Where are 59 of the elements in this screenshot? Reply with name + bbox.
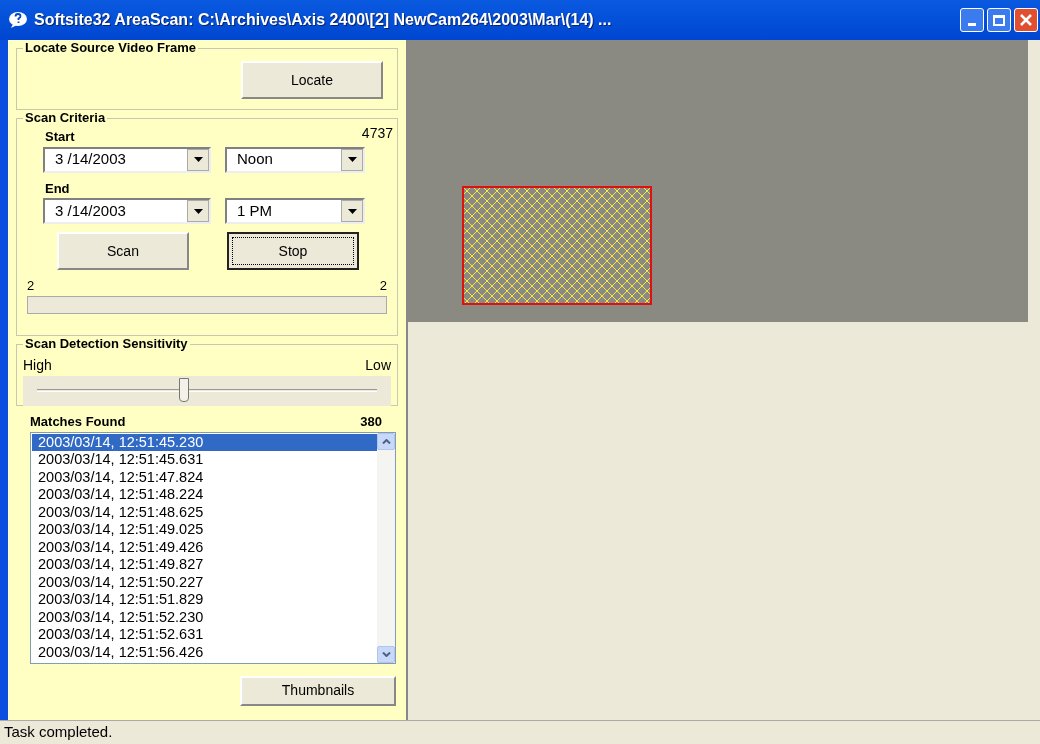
help-icon [8, 11, 28, 29]
progress-min-label: 2 [27, 277, 35, 295]
matches-title: Matches Found [30, 413, 126, 431]
chevron-down-icon [381, 651, 391, 657]
maximize-icon [993, 14, 1005, 26]
match-item[interactable]: 2003/03/14, 12:51:49.827 [32, 556, 377, 574]
match-item[interactable]: 2003/03/14, 12:51:49.025 [32, 521, 377, 539]
end-label: End [44, 179, 71, 198]
combo-value: 1 PM [236, 200, 273, 221]
minimize-button[interactable] [960, 8, 984, 32]
window-title: Softsite32 AreaScan: C:\Archives\Axis 2400\[2] NewCam264\2003\Mar\(14) ... [34, 10, 612, 30]
start-date-dropdown[interactable]: 3 /14/2003 [43, 146, 211, 173]
match-item[interactable]: 2003/03/14, 12:51:45.230 [32, 433, 377, 451]
sensitivity-slider[interactable] [23, 376, 391, 406]
scrollbar[interactable] [377, 432, 395, 663]
low-label: Low [365, 356, 391, 375]
match-item[interactable]: 2003/03/14, 12:51:49.426 [32, 538, 377, 556]
dropdown-button[interactable] [341, 148, 363, 171]
caret-icon [347, 157, 357, 162]
high-label: High [23, 356, 52, 375]
chevron-up-icon [381, 438, 391, 444]
start-time-dropdown[interactable]: Noon [225, 146, 365, 173]
locate-button[interactable]: Locate [241, 61, 383, 99]
match-item[interactable]: 2003/03/14, 12:51:52.631 [32, 626, 377, 644]
scan-button[interactable]: Scan [57, 232, 189, 270]
match-item[interactable]: 2003/03/14, 12:51:45.631 [32, 451, 377, 469]
match-item[interactable]: 2003/03/14, 12:51:56.426 [32, 643, 377, 661]
caret-icon [193, 157, 203, 162]
matches-count: 380 [360, 413, 382, 431]
end-time-dropdown[interactable]: 1 PM [225, 198, 365, 224]
status-text: Task completed. [4, 722, 113, 743]
close-button[interactable] [1014, 8, 1038, 32]
match-item[interactable]: 2003/03/14, 12:51:51.829 [32, 591, 377, 609]
caret-icon [193, 208, 203, 214]
maximize-button[interactable] [987, 8, 1011, 32]
dropdown-button[interactable] [187, 200, 209, 222]
start-label: Start [44, 128, 75, 146]
progress-max-label: 2 [379, 277, 387, 295]
dropdown-button[interactable] [341, 200, 363, 222]
combo-value: 3 /14/2003 [54, 200, 127, 221]
stop-button[interactable]: Stop [227, 232, 359, 270]
slider-thumb[interactable] [178, 378, 189, 402]
thumbnails-button[interactable]: Thumbnails [240, 675, 396, 706]
scroll-down-button[interactable] [377, 645, 395, 663]
minimize-icon [968, 23, 976, 26]
match-item[interactable]: 2003/03/14, 12:51:48.224 [32, 486, 377, 504]
dropdown-button[interactable] [187, 148, 209, 171]
match-item[interactable]: 2003/03/14, 12:51:50.227 [32, 573, 377, 591]
match-item[interactable]: 2003/03/14, 12:51:48.625 [32, 503, 377, 521]
combo-value: 3 /14/2003 [54, 149, 127, 170]
caret-icon [347, 208, 357, 214]
end-date-dropdown[interactable]: 3 /14/2003 [43, 198, 211, 224]
combo-value: Noon [236, 149, 274, 170]
match-item[interactable]: 2003/03/14, 12:51:52.230 [32, 608, 377, 626]
scroll-up-button[interactable] [377, 432, 395, 450]
close-icon [1020, 14, 1032, 26]
scan-count: 4737 [361, 124, 393, 143]
match-item[interactable]: 2003/03/14, 12:51:47.824 [32, 468, 377, 486]
group-title: Scan Detection Sensitivity [23, 336, 190, 352]
